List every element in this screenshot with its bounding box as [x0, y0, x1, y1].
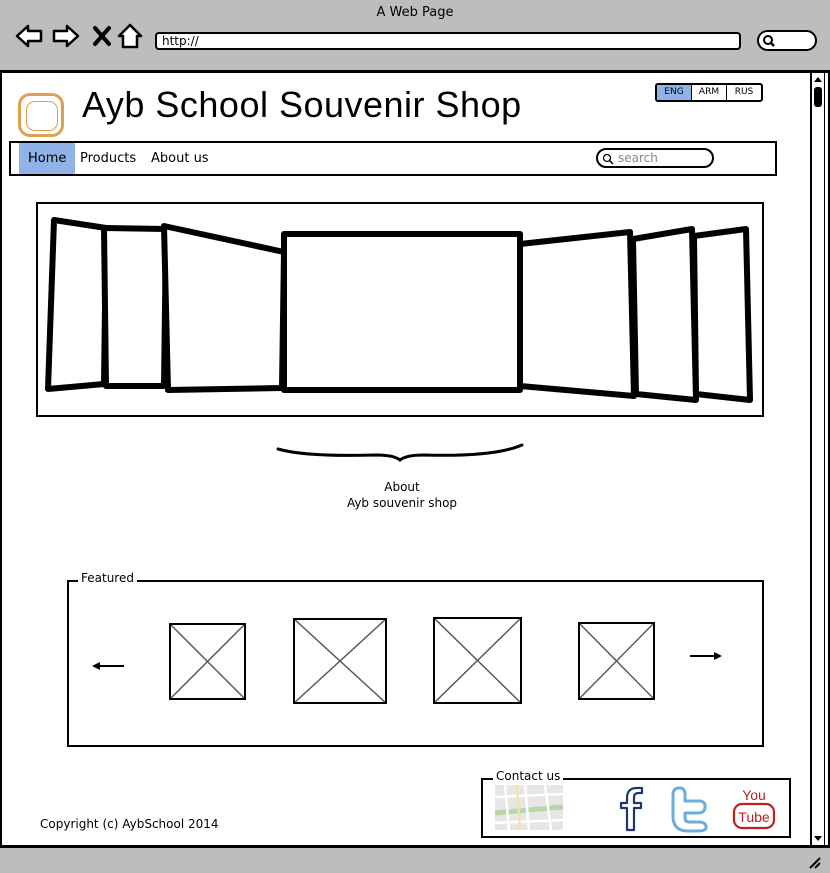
scroll-up-icon[interactable]	[813, 75, 823, 83]
arrow-left-icon[interactable]	[90, 660, 126, 672]
site-search-input[interactable]: search	[596, 148, 714, 168]
featured-image-1[interactable]	[169, 623, 246, 700]
nav-home[interactable]: Home	[19, 143, 76, 174]
nav-products[interactable]: Products	[71, 143, 145, 174]
cover-flow-graphic	[45, 217, 753, 403]
nav-about-us[interactable]: About us	[142, 143, 218, 174]
site-title: Ayb School Souvenir Shop	[82, 84, 522, 125]
youtube-you-text: You	[742, 787, 766, 803]
facebook-icon[interactable]	[616, 786, 646, 832]
language-switcher: ENG ARM RUS	[655, 83, 763, 102]
curly-brace-icon	[276, 443, 524, 462]
search-icon	[763, 35, 775, 47]
cover-frame-left-3	[45, 217, 109, 392]
scroll-down-icon[interactable]	[813, 835, 823, 843]
cover-frame-right-2	[630, 226, 699, 403]
twitter-icon[interactable]	[668, 785, 712, 833]
vertical-scrollbar[interactable]	[810, 73, 825, 845]
lang-rus-button[interactable]: RUS	[727, 85, 761, 100]
featured-label: Featured	[78, 571, 137, 585]
scroll-thumb[interactable]	[814, 87, 822, 107]
url-input[interactable]: http://	[155, 32, 741, 50]
lang-arm-button[interactable]: ARM	[692, 85, 727, 100]
back-arrow-icon[interactable]	[15, 22, 43, 50]
youtube-icon[interactable]: You Tube	[731, 786, 777, 832]
stop-icon[interactable]	[89, 22, 117, 50]
window-title: A Web Page	[376, 5, 454, 20]
main-nav: Home Products About us search	[9, 141, 777, 176]
search-placeholder: search	[618, 151, 658, 165]
cover-frame-left-1	[161, 223, 287, 393]
map-thumbnail[interactable]	[495, 785, 563, 830]
featured-image-4[interactable]	[578, 622, 655, 700]
forward-arrow-icon[interactable]	[52, 22, 80, 50]
url-text: http://	[162, 34, 199, 48]
arrow-right-icon[interactable]	[688, 650, 724, 662]
about-title: About	[384, 480, 420, 494]
cover-frame-right-1	[517, 229, 637, 399]
image-carousel[interactable]	[36, 202, 764, 417]
site-logo	[18, 93, 64, 137]
browser-search-input[interactable]	[757, 30, 817, 51]
contact-label: Contact us	[493, 769, 564, 783]
featured-image-2[interactable]	[293, 618, 387, 704]
search-icon	[602, 153, 614, 165]
featured-image-3[interactable]	[433, 617, 522, 704]
cover-frame-left-2	[101, 225, 169, 389]
about-subtitle: Ayb souvenir shop	[346, 496, 458, 510]
lang-eng-button[interactable]: ENG	[657, 85, 692, 100]
copyright-text: Copyright (c) AybSchool 2014	[40, 817, 219, 831]
home-icon[interactable]	[116, 22, 144, 50]
youtube-tube-text: Tube	[738, 809, 770, 825]
cover-frame-center	[281, 231, 523, 393]
about-caption: About Ayb souvenir shop	[300, 479, 504, 511]
resize-grip-icon[interactable]	[806, 854, 822, 870]
cover-frame-right-3	[691, 226, 753, 403]
status-bar	[0, 845, 830, 873]
